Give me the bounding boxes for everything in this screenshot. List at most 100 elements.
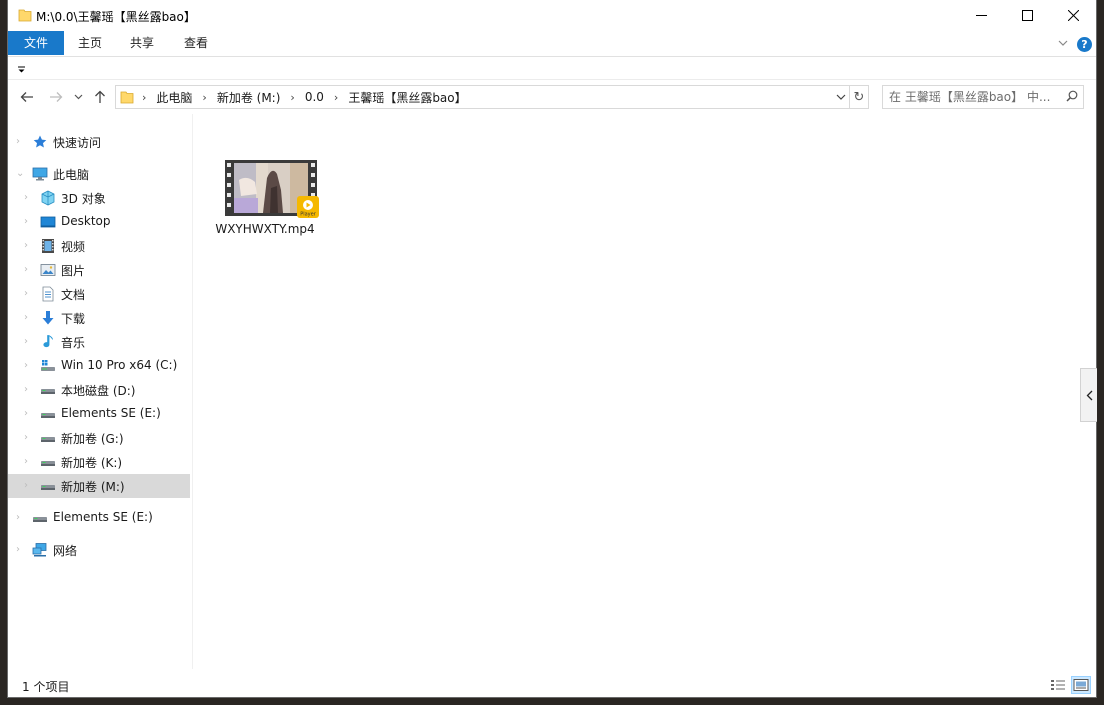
chevron-right-icon[interactable]: › [334,91,338,104]
chevron-right-icon[interactable]: › [24,456,34,468]
network-icon [32,542,48,558]
sidebar-item-music[interactable]: › 音乐 [8,330,190,354]
sidebar-item-label: 新加卷 (M:) [61,480,125,494]
sidebar-item-label: 快速访问 [53,136,102,150]
sidebar-item-videos[interactable]: › 视频 [8,234,190,258]
help-icon[interactable]: ? [1077,37,1092,52]
player-badge-icon: Player [297,196,319,218]
sidebar-item-3d-objects[interactable]: › 3D 对象 [8,186,190,210]
title-bar[interactable]: M:\0.0\王馨瑶【黑丝露bao】 [8,0,1096,31]
sidebar-item-label: Elements SE (E:) [61,406,161,420]
chevron-right-icon[interactable]: › [24,192,34,204]
chevron-right-icon[interactable]: › [24,216,34,228]
chevron-right-icon[interactable]: › [24,288,34,300]
chevron-right-icon[interactable]: › [16,512,26,524]
close-button[interactable] [1050,0,1096,31]
tab-home[interactable]: 主页 [78,31,102,55]
details-view-button[interactable] [1048,676,1068,694]
sidebar-item-drive-c[interactable]: › Win 10 Pro x64 (C:) [8,354,190,378]
chevron-right-icon[interactable]: › [24,312,34,324]
minimize-button[interactable] [958,0,1004,31]
maximize-button[interactable] [1004,0,1050,31]
sidebar-item-drive-k[interactable]: › 新加卷 (K:) [8,450,190,474]
chevron-right-icon[interactable]: › [24,360,34,372]
video-icon [40,238,56,254]
sidebar-item-drive-g[interactable]: › 新加卷 (G:) [8,426,190,450]
sidebar-item-this-pc[interactable]: ⌄ 此电脑 [8,162,190,186]
drive-icon [32,510,48,526]
tab-share[interactable]: 共享 [130,31,154,55]
back-button[interactable] [18,88,36,106]
navigation-pane: › 快速访问 ⌄ 此电脑 › 3D 对象 › Desktop › 视频 › 图片… [8,114,192,669]
windows-drive-icon [40,358,56,374]
large-icons-view-button[interactable] [1071,676,1091,694]
sidebar-item-drive-d[interactable]: › 本地磁盘 (D:) [8,378,190,402]
chevron-right-icon[interactable]: › [142,91,146,104]
chevron-right-icon[interactable]: › [24,480,34,492]
ribbon-tabs: 文件 主页 共享 查看 ? [8,31,1096,57]
sidebar-item-label: 本地磁盘 (D:) [61,384,136,398]
preview-pane-toggle[interactable] [1080,368,1097,422]
chevron-down-icon[interactable]: ⌄ [16,168,26,180]
drive-icon [40,430,56,446]
drive-icon [40,478,56,494]
sidebar-item-network[interactable]: › 网络 [8,538,190,562]
address-dropdown-button[interactable] [832,86,850,108]
tab-view[interactable]: 查看 [184,31,208,55]
sidebar-item-quick-access[interactable]: › 快速访问 [8,130,190,154]
sidebar-item-downloads[interactable]: › 下载 [8,306,190,330]
video-file-icon: Player [225,160,319,218]
sidebar-item-drive-m[interactable]: › 新加卷 (M:) [8,474,190,498]
sidebar-item-label: 音乐 [61,336,86,350]
sidebar-item-label: 此电脑 [53,168,90,182]
breadcrumb-this-pc[interactable]: 此电脑 [156,89,192,106]
sidebar-item-pictures[interactable]: › 图片 [8,258,190,282]
search-icon[interactable] [1066,90,1078,105]
sidebar-item-label: 3D 对象 [61,192,106,206]
chevron-right-icon[interactable]: › [290,91,294,104]
tab-file[interactable]: 文件 [8,31,64,55]
explorer-window: M:\0.0\王馨瑶【黑丝露bao】 文件 主页 共享 查看 ? › 此电脑 ›… [8,0,1097,697]
chevron-right-icon[interactable]: › [24,432,34,444]
chevron-right-icon[interactable]: › [24,240,34,252]
chevron-right-icon[interactable]: › [24,408,34,420]
sidebar-item-label: 新加卷 (G:) [61,432,124,446]
breadcrumb-current-folder[interactable]: 王馨瑶【黑丝露bao】 [348,89,466,106]
chevron-right-icon[interactable]: › [16,136,26,148]
quick-access-toolbar [8,57,1096,80]
refresh-button[interactable]: ↻ [850,85,869,109]
sidebar-item-desktop[interactable]: › Desktop [8,210,190,234]
search-input[interactable] [889,89,1057,105]
navigation-bar: › 此电脑 › 新加卷 (M:) › 0.0 › 王馨瑶【黑丝露bao】 ↻ [8,80,1096,114]
file-item[interactable]: Player WXYHWXTY.mp4 [213,156,319,256]
forward-button[interactable] [47,88,65,106]
chevron-right-icon[interactable]: › [202,91,206,104]
address-bar[interactable]: › 此电脑 › 新加卷 (M:) › 0.0 › 王馨瑶【黑丝露bao】 [115,85,850,109]
chevron-right-icon[interactable]: › [24,264,34,276]
download-icon [40,310,56,326]
item-count: 1 个项目 [22,680,70,694]
sidebar-item-label: Desktop [61,214,111,228]
chevron-right-icon[interactable]: › [16,544,26,556]
breadcrumb-folder-00[interactable]: 0.0 [305,90,324,104]
sidebar-item-documents[interactable]: › 文档 [8,282,190,306]
drive-icon [40,406,56,422]
star-icon [32,134,48,150]
breadcrumb-drive-m[interactable]: 新加卷 (M:) [217,89,281,106]
sidebar-item-label: 下载 [61,312,86,326]
chevron-right-icon[interactable]: › [24,384,34,396]
music-icon [40,334,56,350]
drive-icon [40,382,56,398]
chevron-right-icon[interactable]: › [24,336,34,348]
ribbon-expand-icon[interactable] [1058,37,1068,51]
sidebar-item-label: 新加卷 (K:) [61,456,123,470]
search-box[interactable] [882,85,1084,109]
sidebar-item-drive-e[interactable]: › Elements SE (E:) [8,402,190,426]
sidebar-item-label: 网络 [53,544,78,558]
up-button[interactable] [91,88,109,106]
customize-toolbar-icon[interactable] [17,63,26,77]
file-list-pane[interactable]: Player WXYHWXTY.mp4 [193,114,1081,669]
recent-locations-button[interactable] [72,88,84,106]
sidebar-item-elements-se[interactable]: › Elements SE (E:) [8,506,190,530]
cube-icon [40,190,56,206]
